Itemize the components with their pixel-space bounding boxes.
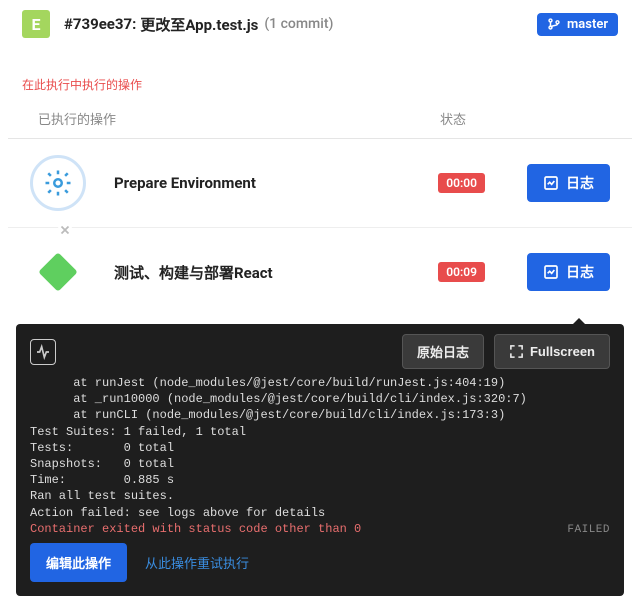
header: E #739ee37: 更改至App.test.js (1 commit) ma… [0, 0, 640, 48]
console-panel: 原始日志 Fullscreen at runJest (node_modules… [16, 324, 624, 596]
commit-hash: #739ee37: [64, 15, 136, 33]
log-button[interactable]: 日志 [527, 164, 610, 202]
console-toolbar: 原始日志 Fullscreen [30, 334, 610, 369]
row-title: Prepare Environment [114, 174, 438, 192]
log-icon [543, 264, 559, 280]
error-line: Container exited with status code other … [30, 522, 361, 536]
time-badge: 00:00 [438, 173, 485, 193]
col-status: 状态 [440, 109, 610, 128]
log-button-label: 日志 [566, 173, 594, 193]
row-title: 测试、构建与部署React [114, 262, 438, 283]
table-row: 测试、构建与部署React 00:09 日志 [8, 228, 632, 316]
commit-count: (1 commit) [264, 16, 333, 32]
avatar: E [22, 10, 50, 38]
section-label: 在此执行中执行的操作 [0, 48, 640, 101]
table-row: Prepare Environment 00:00 日志 [8, 139, 632, 228]
caret-up-icon [572, 318, 586, 325]
close-icon[interactable] [58, 222, 72, 236]
cube-icon [30, 244, 86, 300]
time-badge: 00:09 [438, 262, 485, 282]
console-footer: 编辑此操作 从此操作重试执行 [30, 537, 610, 582]
activity-icon[interactable] [30, 339, 56, 365]
fullscreen-button[interactable]: Fullscreen [494, 334, 610, 369]
raw-log-button[interactable]: 原始日志 [402, 334, 484, 369]
branch-pill[interactable]: master [537, 13, 618, 36]
fullscreen-label: Fullscreen [530, 344, 595, 359]
branch-icon [547, 17, 561, 31]
commit-message: 更改至App.test.js [140, 14, 258, 35]
fullscreen-icon [509, 344, 524, 359]
table-header: 已执行的操作 状态 [8, 101, 632, 139]
console-output: at runJest (node_modules/@jest/core/buil… [30, 375, 610, 537]
log-button[interactable]: 日志 [527, 253, 610, 291]
edit-action-button[interactable]: 编辑此操作 [30, 543, 127, 582]
branch-name: master [567, 17, 608, 32]
log-button-label: 日志 [566, 262, 594, 282]
retry-action-button[interactable]: 从此操作重试执行 [145, 553, 249, 572]
col-operations: 已执行的操作 [30, 109, 440, 128]
log-icon [543, 175, 559, 191]
gear-icon [30, 155, 86, 211]
